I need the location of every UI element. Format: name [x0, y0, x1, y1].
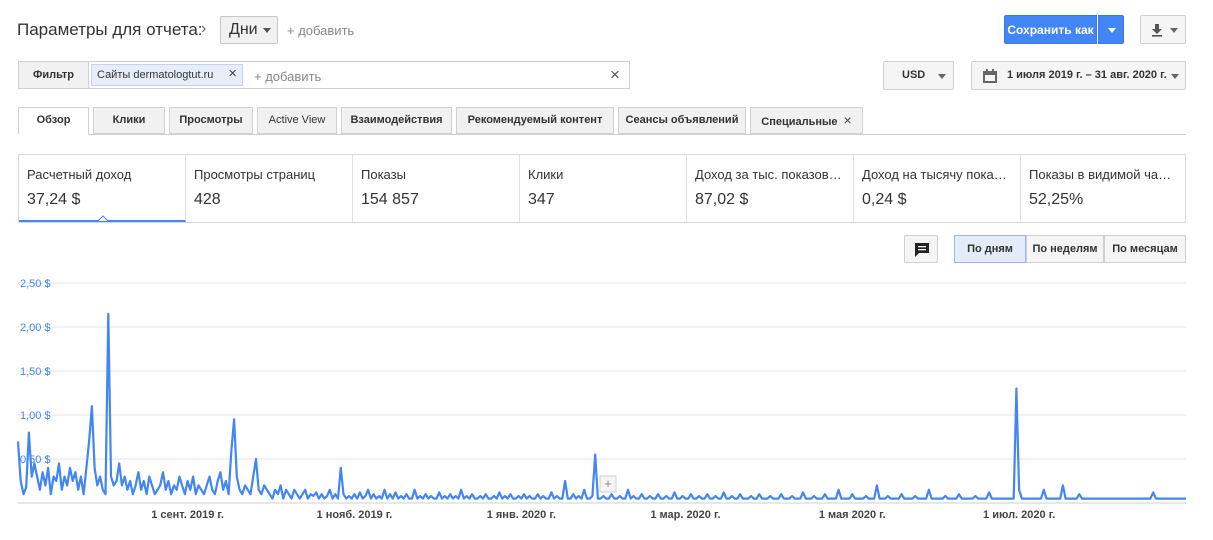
tab-overview[interactable]: Обзор	[18, 107, 89, 135]
comment-icon	[915, 243, 929, 257]
dimension-select-value: Дни	[229, 21, 258, 38]
date-range-value: 1 июля 2019 г. – 31 авг. 2020 г.	[1007, 69, 1167, 81]
x-tick-label: 1 мар. 2020 г.	[650, 509, 720, 521]
chart-x-axis: 1 сент. 2019 г. 1 нояб. 2019 г. 1 янв. 202…	[151, 509, 1055, 521]
metric-page-views[interactable]: Просмотры страниц 428	[186, 155, 353, 222]
chart-y-axis: 2,50 $2,00 $1,50 $1,00 $0,50 $	[20, 278, 51, 466]
close-icon[interactable]: ×	[844, 112, 852, 128]
add-annotation-marker[interactable]: +	[599, 475, 617, 493]
currency-select[interactable]: USD	[883, 61, 954, 90]
x-tick-label: 1 янв. 2020 г.	[487, 509, 556, 521]
chart-grid	[18, 282, 1186, 504]
metric-estimated-earnings[interactable]: Расчетный доход 37,24 $	[19, 155, 186, 222]
metric-label: Доход на тысячу пока…	[862, 167, 1007, 182]
filter-bar: Фильтр Сайты dermatologtut.ru × + добави…	[18, 61, 630, 89]
currency-value: USD	[902, 69, 926, 81]
tab-interactions[interactable]: Взаимодействия	[341, 107, 452, 134]
granularity-daily-button[interactable]: По дням	[954, 235, 1026, 263]
caret-down-icon	[1170, 28, 1178, 33]
metric-label: Расчетный доход	[27, 167, 132, 182]
metric-label: Показы	[361, 167, 406, 182]
x-tick-label: 1 сент. 2019 г.	[151, 509, 224, 521]
tab-custom[interactable]: Специальные ×	[750, 107, 863, 134]
add-filter-link[interactable]: + добавить	[254, 69, 321, 84]
x-tick-label: 1 мая 2020 г.	[819, 509, 886, 521]
metric-impression-rpm[interactable]: Доход за тыс. показов… 87,02 $	[687, 155, 854, 222]
report-params-title: Параметры для отчета:	[17, 20, 203, 39]
annotations-button[interactable]	[904, 235, 938, 263]
tab-active-view[interactable]: Active View	[257, 107, 337, 134]
save-options-dropdown[interactable]	[1098, 15, 1124, 44]
x-tick-label: 1 июл. 2020 г.	[983, 509, 1055, 521]
metric-value: 0,24 $	[862, 191, 907, 208]
caret-down-icon	[1171, 74, 1179, 79]
dimension-select[interactable]: Дни	[220, 16, 278, 44]
y-tick-label: 1,00 $	[20, 410, 51, 422]
earnings-line-chart: 2,50 $2,00 $1,50 $1,00 $0,50 $ 1 сент. 2…	[16, 278, 1186, 521]
metric-value: 347	[528, 191, 555, 208]
filter-chip-label: Сайты dermatologtut.ru	[97, 69, 214, 81]
add-dimension-link[interactable]: + добавить	[287, 23, 354, 38]
metric-value: 52,25%	[1029, 191, 1084, 208]
metric-value: 37,24 $	[27, 191, 81, 208]
metric-value: 428	[194, 191, 221, 208]
metric-page-rpm[interactable]: Доход на тысячу пока… 0,24 $	[854, 155, 1021, 222]
download-icon	[1152, 24, 1162, 37]
tab-recommended-content[interactable]: Рекомендуемый контент	[456, 107, 614, 134]
tab-custom-label: Специальные	[761, 116, 838, 128]
metric-value: 154 857	[361, 191, 419, 208]
y-tick-label: 2,50 $	[20, 278, 51, 290]
caret-down-icon	[1108, 28, 1116, 33]
chart-series-line	[16, 312, 1186, 500]
x-tick-label: 1 нояб. 2019 г.	[317, 509, 393, 521]
tab-clicks[interactable]: Клики	[93, 107, 165, 134]
granularity-monthly-button[interactable]: По месяцам	[1104, 235, 1186, 263]
y-tick-label: 2,00 $	[20, 322, 51, 334]
metric-label: Показы в видимой ча…	[1029, 167, 1172, 182]
metric-label: Просмотры страниц	[194, 167, 316, 182]
metric-impressions[interactable]: Показы 154 857	[353, 155, 520, 222]
selected-pointer-icon	[98, 215, 108, 221]
metric-active-view-viewable[interactable]: Показы в видимой ча… 52,25%	[1021, 155, 1185, 222]
caret-down-icon	[263, 28, 271, 33]
filter-button[interactable]: Фильтр	[19, 62, 89, 88]
filter-chip[interactable]: Сайты dermatologtut.ru ×	[91, 64, 243, 86]
save-as-button[interactable]: Сохранить как	[1004, 15, 1097, 44]
metric-value: 87,02 $	[695, 191, 749, 208]
tab-views[interactable]: Просмотры	[169, 107, 253, 134]
metric-label: Клики	[528, 167, 564, 182]
date-range-picker[interactable]: 1 июля 2019 г. – 31 авг. 2020 г.	[971, 61, 1186, 90]
y-tick-label: 1,50 $	[20, 366, 51, 378]
tabs-divider	[18, 134, 1186, 135]
calendar-icon	[983, 69, 997, 83]
metric-clicks[interactable]: Клики 347	[520, 155, 687, 222]
granularity-weekly-button[interactable]: По неделям	[1026, 235, 1104, 263]
caret-down-icon	[938, 74, 946, 79]
download-button[interactable]	[1140, 15, 1186, 44]
clear-filters-icon[interactable]: ×	[610, 65, 620, 85]
svg-text:+: +	[604, 476, 612, 491]
metrics-scorecard: Расчетный доход 37,24 $ Просмотры страни…	[18, 154, 1186, 223]
close-icon[interactable]: ×	[228, 64, 237, 84]
tab-ad-sessions[interactable]: Сеансы объявлений	[618, 107, 746, 134]
chevron-right-icon: ›	[201, 20, 207, 37]
metric-label: Доход за тыс. показов…	[695, 167, 842, 182]
